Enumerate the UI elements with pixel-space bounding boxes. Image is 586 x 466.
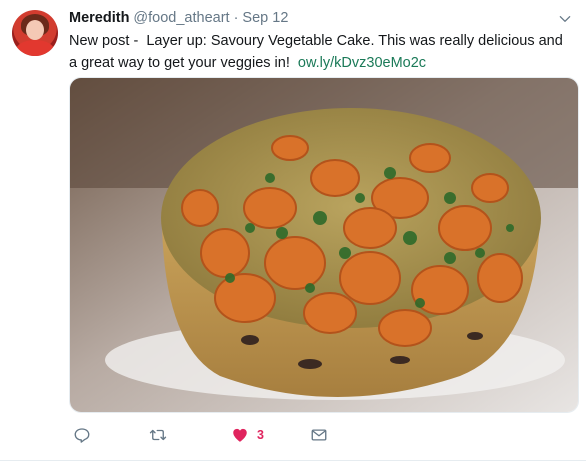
tweet-header: Meredith @food_atheart · Sep 12 [69, 10, 288, 30]
envelope-icon [311, 429, 327, 441]
tweet[interactable]: Meredith @food_atheart · Sep 12 New post… [0, 0, 586, 466]
retweet-icon [149, 429, 167, 441]
chevron-down-icon[interactable] [558, 12, 572, 26]
display-name[interactable]: Meredith [69, 10, 129, 26]
retweet-button[interactable] [149, 423, 167, 447]
direct-message-button[interactable] [310, 423, 328, 447]
tweet-link[interactable]: ow.ly/kDvz30eMo2c [298, 55, 426, 71]
reply-button[interactable] [73, 423, 91, 447]
separator-dot: · [233, 10, 239, 26]
tweet-photo[interactable] [69, 77, 579, 413]
tweet-divider [0, 460, 586, 461]
tweet-date[interactable]: Sep 12 [242, 10, 288, 26]
heart-icon [233, 428, 247, 442]
avatar-shirt [16, 40, 54, 56]
tweet-actions: 3 [69, 423, 489, 447]
avatar[interactable] [12, 10, 58, 56]
like-button[interactable]: 3 [231, 423, 264, 447]
like-count: 3 [257, 428, 264, 442]
vegetable-cake-photo [70, 78, 578, 412]
tweet-text: New post - Layer up: Savoury Vegetable C… [69, 30, 569, 74]
reply-icon [74, 428, 90, 443]
avatar-face [26, 20, 44, 40]
user-handle[interactable]: @food_atheart [133, 10, 229, 26]
